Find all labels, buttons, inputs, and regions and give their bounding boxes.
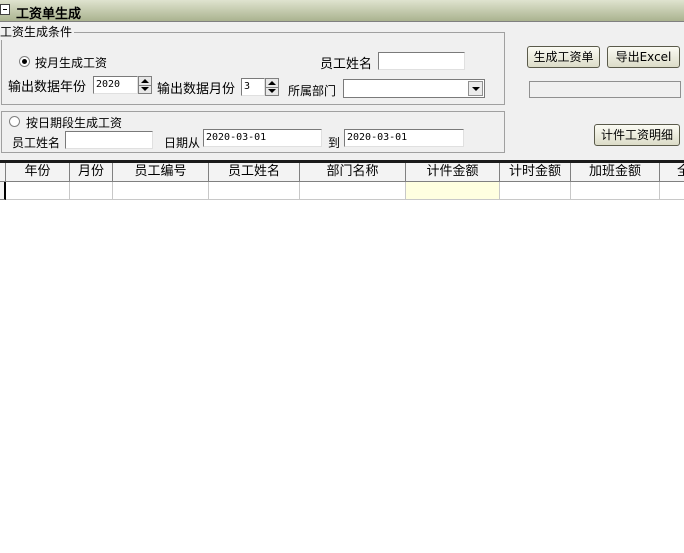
department-select[interactable] <box>343 79 485 98</box>
by-month-label: 按月生成工资 <box>35 56 108 70</box>
year-label: 输出数据年份 <box>8 80 87 95</box>
month-spinner[interactable] <box>265 78 279 96</box>
date-employee-name-input[interactable] <box>65 131 153 149</box>
by-date-label: 按日期段生成工资 <box>26 116 123 130</box>
table-cell[interactable] <box>571 182 660 200</box>
date-to-label: 到 <box>328 136 341 150</box>
payroll-table[interactable]: 年份 月份 员工编号 员工姓名 部门名称 计件金额 计时金额 加班金额 全 <box>0 160 684 553</box>
column-header[interactable]: 部门名称 <box>300 163 406 182</box>
date-from-label: 日期从 <box>164 136 201 150</box>
column-header[interactable]: 全 <box>660 163 684 182</box>
spin-up-icon[interactable] <box>141 79 149 83</box>
column-header[interactable]: 年份 <box>6 163 70 182</box>
table-cell[interactable] <box>6 182 70 200</box>
column-header[interactable]: 月份 <box>70 163 113 182</box>
column-header[interactable]: 员工编号 <box>113 163 209 182</box>
spin-down-icon[interactable] <box>268 89 276 93</box>
table-cell[interactable] <box>113 182 209 200</box>
date-to-input[interactable]: 2020-03-01 <box>344 129 464 147</box>
spin-down-icon[interactable] <box>141 87 149 91</box>
column-header[interactable]: 计件金额 <box>406 163 500 182</box>
by-date-radio[interactable] <box>9 116 20 127</box>
month-input[interactable]: 3 <box>241 78 265 96</box>
generate-payroll-button[interactable]: 生成工资单 <box>527 46 600 68</box>
department-label: 所属部门 <box>288 84 337 98</box>
employee-name-label: 员工姓名 <box>320 57 373 72</box>
date-employee-name-label: 员工姓名 <box>12 136 61 150</box>
date-from-input[interactable]: 2020-03-01 <box>203 129 322 147</box>
window-title: 工资单生成 <box>16 7 82 22</box>
table-cell-selected[interactable] <box>406 182 500 200</box>
piecework-detail-button[interactable]: 计件工资明细 <box>594 124 680 146</box>
column-header[interactable]: 加班金额 <box>571 163 660 182</box>
by-month-radio[interactable] <box>19 56 30 67</box>
column-header[interactable]: 员工姓名 <box>209 163 300 182</box>
title-bar: 工资单生成 <box>0 0 684 22</box>
month-label: 输出数据月份 <box>157 82 236 97</box>
chevron-down-icon[interactable] <box>468 81 483 96</box>
employee-name-input[interactable] <box>378 52 465 70</box>
conditions-panel: 工资生成条件 按月生成工资 员工姓名 输出数据年份 2020 输出数据月份 3 … <box>0 22 684 160</box>
table-cell[interactable] <box>300 182 406 200</box>
year-input[interactable]: 2020 <box>93 76 138 94</box>
column-header[interactable]: 计时金额 <box>500 163 571 182</box>
table-cell[interactable] <box>70 182 113 200</box>
year-spinner[interactable] <box>138 76 152 94</box>
system-menu-icon[interactable] <box>0 4 10 15</box>
progress-bar <box>529 81 681 98</box>
export-excel-button[interactable]: 导出Excel <box>607 46 680 68</box>
spin-up-icon[interactable] <box>268 81 276 85</box>
table-cell[interactable] <box>209 182 300 200</box>
table-cell[interactable] <box>660 182 684 200</box>
table-cell[interactable] <box>500 182 571 200</box>
conditions-group-label: 工资生成条件 <box>0 23 75 40</box>
